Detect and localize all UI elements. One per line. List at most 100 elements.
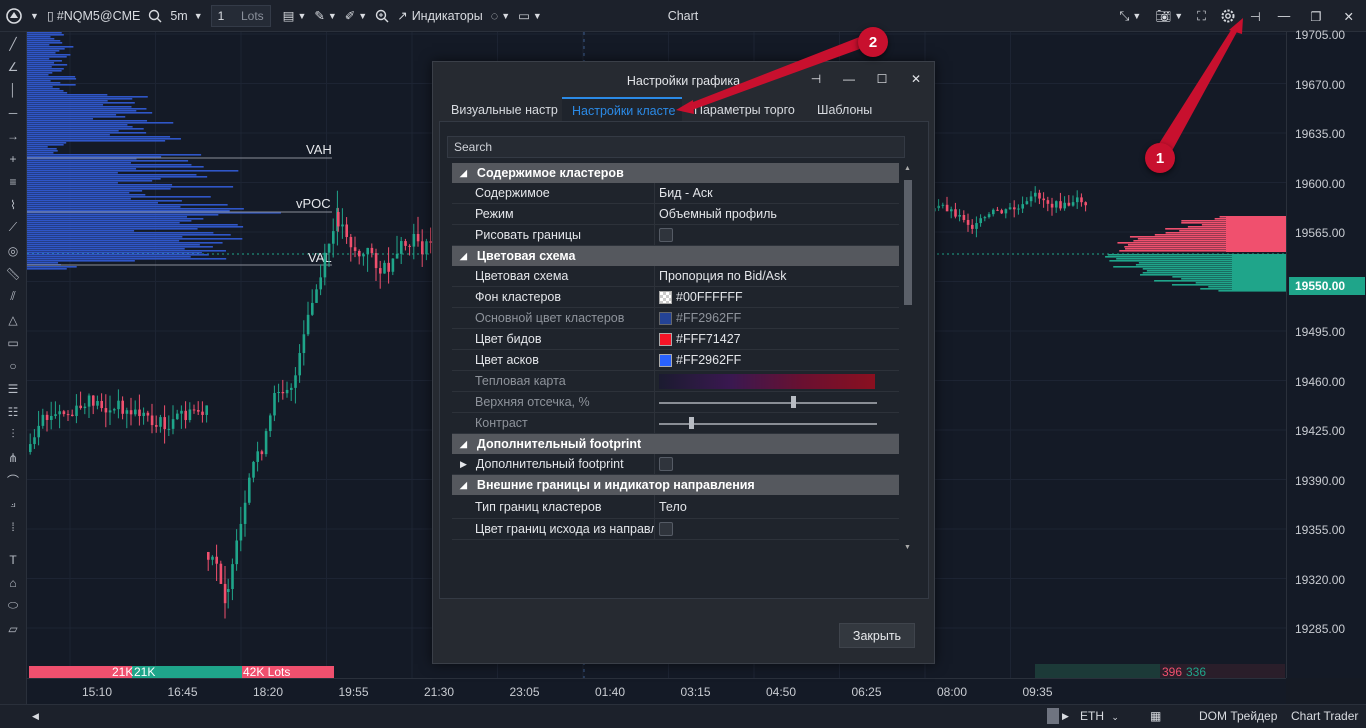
bid-color-picker[interactable]: #FFF71427: [655, 329, 899, 349]
section-extra-footprint[interactable]: ◢ Дополнительный footprint: [452, 434, 899, 454]
search-icon[interactable]: [144, 0, 166, 32]
symbol-selector[interactable]: ▯ #NQM5@CME: [43, 0, 144, 32]
app-logo-icon[interactable]: [0, 0, 26, 32]
scroll-up-icon[interactable]: ▲: [904, 165, 911, 172]
pencil-icon[interactable]: ✎ ▼: [310, 0, 340, 32]
profile-icon[interactable]: ⫶: [0, 423, 26, 446]
close-icon[interactable]: ✕: [903, 68, 929, 90]
fullscreen-icon[interactable]: ⛶: [1190, 0, 1213, 32]
crosshair-icon[interactable]: ◌ ▼: [487, 0, 514, 32]
wave-icon[interactable]: ⌒: [0, 469, 26, 492]
property-row[interactable]: Цветовая схема Пропорция по Bid/Ask: [452, 266, 899, 287]
property-row[interactable]: ▶ Дополнительный footprint: [452, 454, 899, 475]
tab-cluster-settings[interactable]: Настройки класте: [562, 97, 682, 122]
property-row[interactable]: Цвет бидов #FFF71427: [452, 329, 899, 350]
scroll-thumb[interactable]: [1047, 708, 1059, 724]
close-button[interactable]: Закрыть: [839, 623, 915, 648]
menu-icon[interactable]: ▼: [26, 0, 43, 32]
property-row[interactable]: Верхняя отсечка, %: [452, 392, 899, 413]
chart-type-icon[interactable]: ▤ ▼: [279, 0, 311, 32]
top-cut-slider[interactable]: [659, 392, 877, 413]
note-icon[interactable]: ▱: [0, 617, 26, 640]
session-selector[interactable]: ETH ⌄: [1080, 709, 1119, 723]
contrast-slider[interactable]: [659, 413, 877, 434]
property-row[interactable]: Контраст: [452, 413, 899, 434]
tab-templates[interactable]: Шаблоны: [795, 97, 885, 122]
minimize-icon[interactable]: —: [836, 68, 862, 90]
angle-tool-icon[interactable]: ∠: [0, 55, 26, 78]
gear-icon[interactable]: [1213, 0, 1243, 32]
property-row[interactable]: Содержимое Бид - Аск: [452, 183, 899, 204]
property-row[interactable]: Цвет асков #FF2962FF: [452, 350, 899, 371]
draw-borders-checkbox[interactable]: [659, 228, 673, 242]
section-outer-borders[interactable]: ◢ Внешние границы и индикатор направления: [452, 475, 899, 495]
text-tool-icon[interactable]: T: [0, 548, 26, 571]
scroll-left-icon[interactable]: ◀: [32, 711, 39, 722]
dom-trader-button[interactable]: DOM Трейдер: [1199, 709, 1277, 723]
chart-trader-button[interactable]: Chart Trader: [1291, 709, 1358, 723]
mode-dropdown[interactable]: Объемный профиль: [655, 204, 899, 224]
price-axis[interactable]: 19705.00 19670.00 19635.00 19600.00 19565.00…: [1286, 28, 1366, 678]
projection-icon[interactable]: ⟓: [0, 492, 26, 515]
tag-icon[interactable]: ⌂: [0, 571, 26, 594]
line-tool-icon[interactable]: ╱: [0, 32, 26, 55]
zoom-in-icon[interactable]: [371, 0, 393, 32]
fibonacci-icon[interactable]: ≡: [0, 170, 26, 193]
border-color-checkbox[interactable]: [659, 522, 673, 536]
horizontal-scrollbar[interactable]: [46, 710, 1046, 724]
pin-icon[interactable]: ⊣: [803, 68, 829, 90]
quantity-input[interactable]: 1 Lots: [210, 4, 271, 27]
search-input[interactable]: Search: [447, 136, 905, 158]
slider-thumb[interactable]: [688, 416, 694, 429]
compress-icon[interactable]: ⤡ ▼: [1112, 0, 1148, 32]
color-scheme-dropdown[interactable]: Пропорция по Bid/Ask: [655, 266, 899, 286]
callout-icon[interactable]: ⬭: [0, 594, 26, 617]
brush-icon[interactable]: ✐ ▼: [341, 0, 371, 32]
property-row[interactable]: Режим Объемный профиль: [452, 204, 899, 225]
main-color-picker[interactable]: #FF2962FF: [655, 308, 899, 328]
channel-icon[interactable]: ⫽: [0, 285, 26, 308]
ask-color-picker[interactable]: #FF2962FF: [655, 350, 899, 370]
dotted-icon[interactable]: ⁞: [0, 515, 26, 538]
indicators-button[interactable]: ↗ Индикаторы: [393, 0, 487, 32]
section-color-scheme[interactable]: ◢ Цветовая схема: [452, 246, 899, 266]
property-row[interactable]: Тепловая карта: [452, 371, 899, 392]
scroll-thumb[interactable]: [904, 180, 912, 305]
ruler-icon[interactable]: 📏︎: [0, 262, 26, 285]
property-row[interactable]: Фон кластеров #00FFFFFF: [452, 287, 899, 308]
curve-tool-icon[interactable]: ⌇: [0, 193, 26, 216]
property-row[interactable]: Цвет границ исхода из направлен: [452, 519, 899, 540]
arrow-tool-icon[interactable]: →: [0, 124, 26, 147]
ray-tool-icon[interactable]: ⟋: [0, 216, 26, 239]
triangle-icon[interactable]: △: [0, 308, 26, 331]
extra-footprint-checkbox[interactable]: [659, 457, 673, 471]
timeframe-selector[interactable]: 5m ▼: [166, 0, 206, 32]
scroll-right-icon[interactable]: ▶: [1062, 711, 1069, 722]
rectangle-icon[interactable]: ▭: [0, 331, 26, 354]
vertical-scrollbar[interactable]: ▲ ▼: [902, 163, 914, 553]
levels-alt-icon[interactable]: ☷: [0, 400, 26, 423]
cross-tool-icon[interactable]: +: [0, 147, 26, 170]
maximize-icon[interactable]: ☐: [869, 68, 895, 90]
levels-icon[interactable]: ☰: [0, 377, 26, 400]
camera-icon[interactable]: 📷︎ ▼: [1148, 0, 1190, 32]
vertical-line-icon[interactable]: │: [0, 78, 26, 101]
target-icon[interactable]: ◎: [0, 239, 26, 262]
content-dropdown[interactable]: Бид - Аск: [655, 183, 899, 203]
section-cluster-content[interactable]: ◢ Содержимое кластеров: [452, 163, 899, 183]
heatmap-gradient[interactable]: [659, 373, 875, 389]
horizontal-line-icon[interactable]: ─: [0, 101, 26, 124]
scroll-down-icon[interactable]: ▼: [904, 544, 911, 551]
slider-thumb[interactable]: [791, 395, 797, 408]
pitchfork-icon[interactable]: ⋔: [0, 446, 26, 469]
tab-visual-settings[interactable]: Визуальные настр: [439, 97, 562, 122]
calendar-icon[interactable]: ▦: [1150, 709, 1161, 723]
layout-icon[interactable]: ▭ ▼: [514, 0, 546, 32]
tab-trading-params[interactable]: Параметры торго: [682, 97, 795, 122]
cluster-bg-color-picker[interactable]: #00FFFFFF: [655, 287, 899, 307]
property-row[interactable]: Тип границ кластеров Тело: [452, 495, 899, 519]
ellipse-icon[interactable]: ○: [0, 354, 26, 377]
pin-icon[interactable]: ⊣: [1243, 0, 1268, 32]
property-row[interactable]: Рисовать границы: [452, 225, 899, 246]
expand-icon[interactable]: ▶: [460, 459, 467, 470]
